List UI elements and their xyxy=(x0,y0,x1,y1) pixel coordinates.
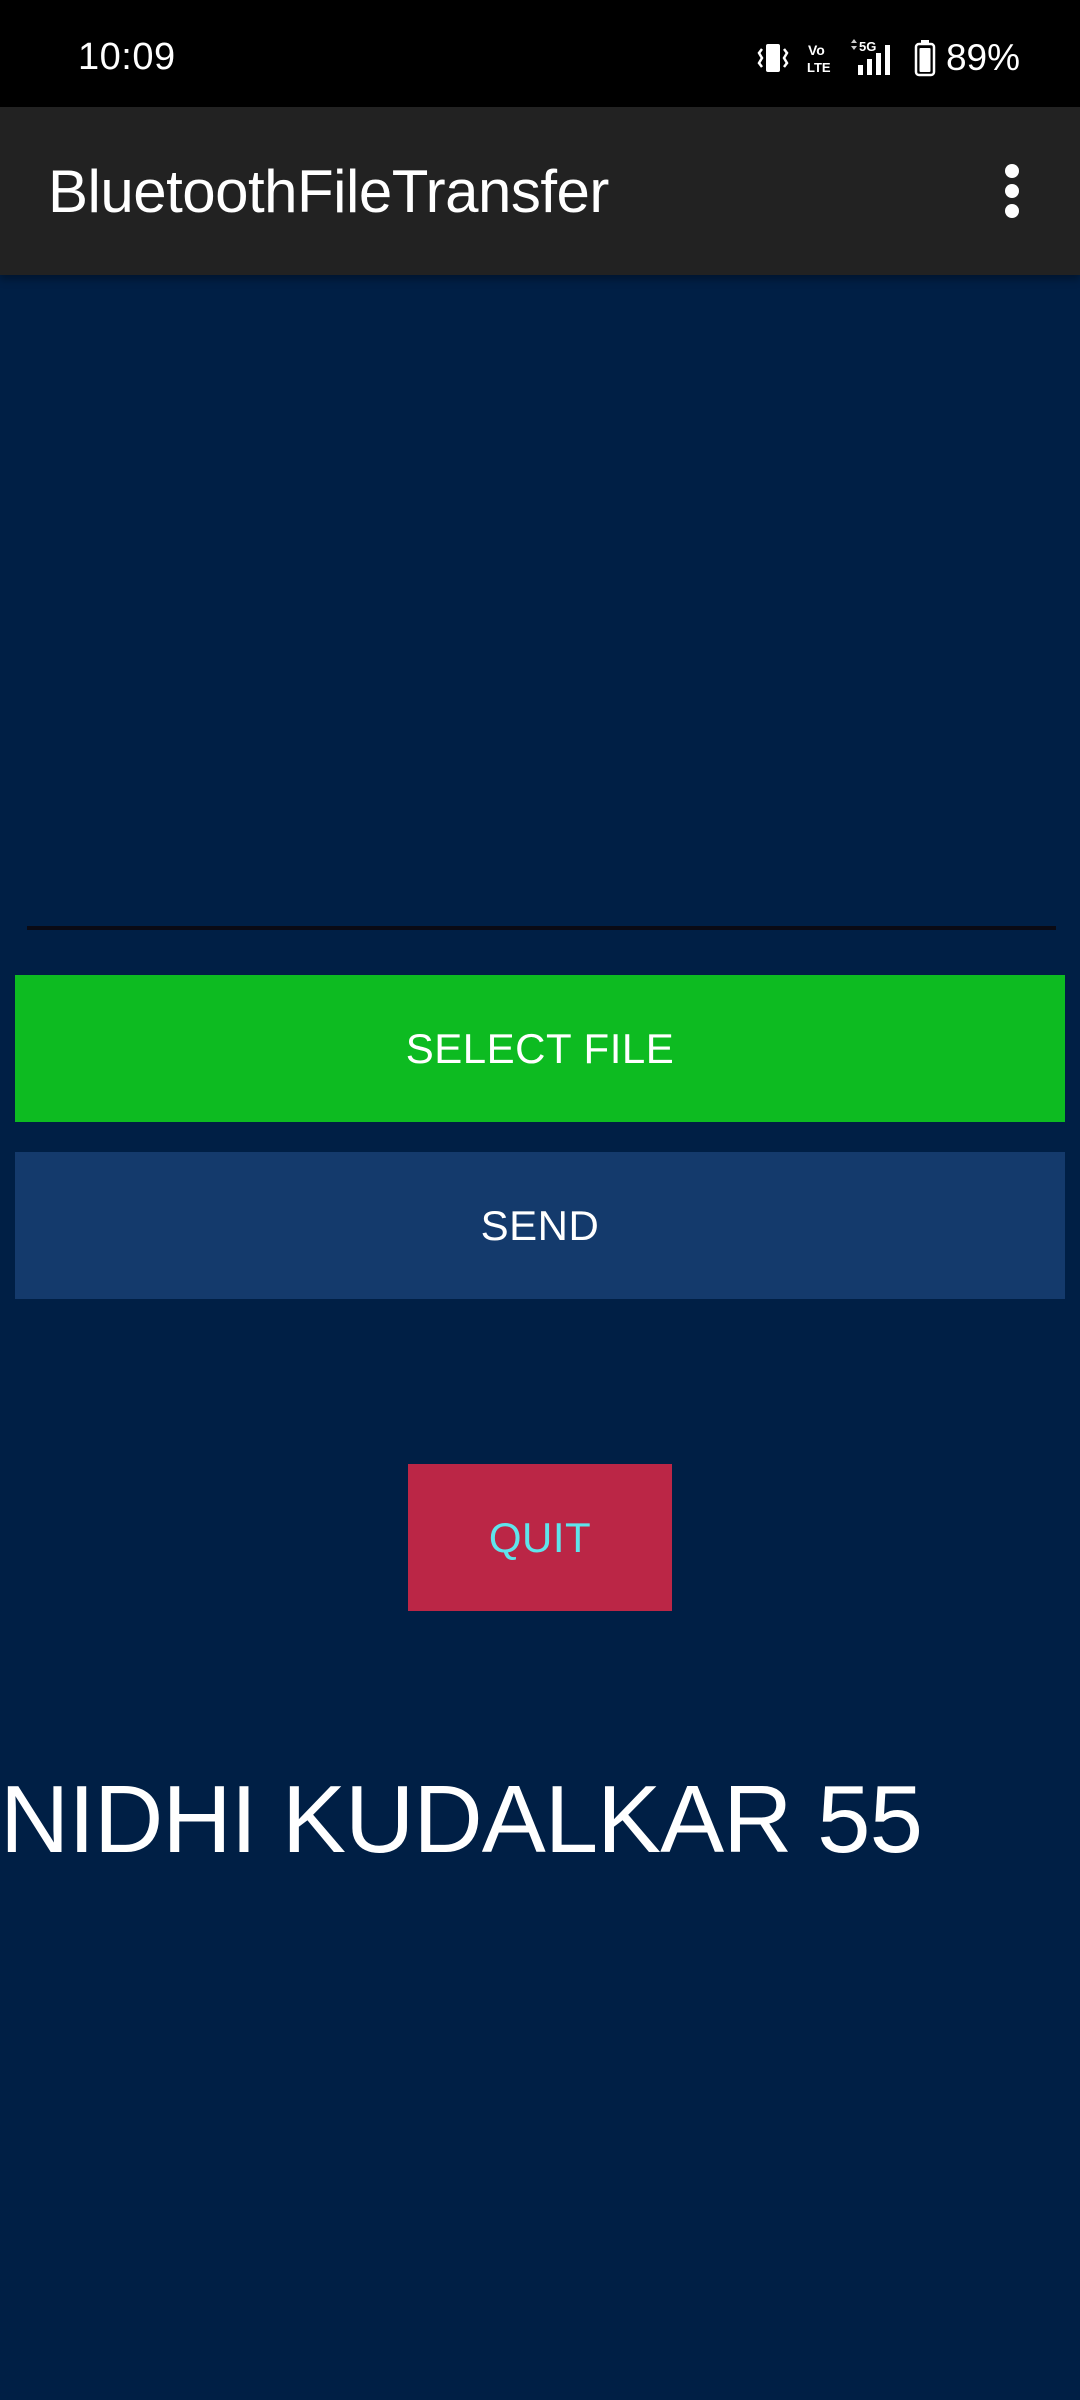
volte-icon: Vo LTE xyxy=(806,40,832,76)
more-vert-icon xyxy=(1005,164,1019,218)
status-icons: Vo LTE 5G 89% xyxy=(756,37,1020,78)
status-bar: 10:09 Vo LTE 5G 89% xyxy=(0,0,1080,107)
signal-5g-icon: 5G xyxy=(848,39,898,77)
battery-icon xyxy=(914,39,936,77)
author-name-label: NIDHI KUDALKAR 55 xyxy=(0,1766,923,1873)
app-bar: BluetoothFileTransfer xyxy=(0,107,1080,275)
file-path-input[interactable] xyxy=(27,870,1056,930)
svg-text:LTE: LTE xyxy=(807,60,831,75)
select-file-button[interactable]: SELECT FILE xyxy=(15,975,1065,1122)
quit-button[interactable]: QUIT xyxy=(408,1464,672,1611)
vibrate-icon xyxy=(756,40,790,76)
overflow-menu-button[interactable] xyxy=(972,151,1052,231)
svg-text:Vo: Vo xyxy=(808,42,825,58)
svg-text:5G: 5G xyxy=(859,39,876,54)
send-button[interactable]: SEND xyxy=(15,1152,1065,1299)
app-title: BluetoothFileTransfer xyxy=(48,158,609,225)
battery-percentage: 89% xyxy=(945,37,1020,78)
status-time: 10:09 xyxy=(78,36,176,78)
